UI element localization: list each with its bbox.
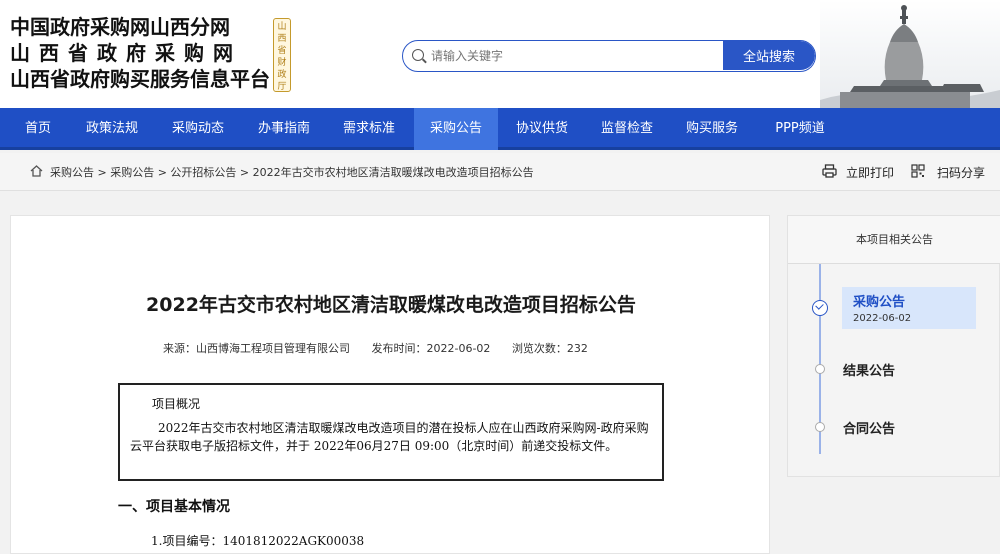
nav-item-policy[interactable]: 政策法规 [76, 108, 148, 150]
project-number: 1.项目编号：1401812022AGK00038 [151, 534, 365, 548]
timeline-dot-icon [815, 422, 825, 432]
nav-item-supervision[interactable]: 监督检查 [591, 108, 663, 150]
nav-item-agreement-supply[interactable]: 协议供货 [506, 108, 578, 150]
sidebar-item-label: 采购公告 [853, 295, 906, 310]
site-search-button[interactable]: 全站搜索 [723, 41, 815, 70]
nav-item-standards[interactable]: 需求标准 [333, 108, 405, 150]
search-box: 全站搜索 [402, 40, 816, 72]
project-overview-box: 项目概况 2022年古交市农村地区清洁取暖煤改电改造项目的潜在投标人应在山西政府… [118, 383, 664, 481]
site-header: 中国政府采购网山西分网 山西省政府采购网 山西省政府购买服务信息平台 山西省财政… [0, 0, 1000, 108]
article-source: 来源：山西博海工程项目管理有限公司 [163, 342, 350, 355]
search-icon [412, 49, 424, 61]
brand-line-1: 中国政府采购网山西分网 [10, 15, 230, 39]
qr-code-icon[interactable] [911, 164, 925, 178]
sidebar-item-date: 2022-06-02 [853, 313, 912, 324]
nav-item-service-purchase[interactable]: 购买服务 [676, 108, 748, 150]
nav-item-ppp[interactable]: PPP频道 [764, 108, 836, 150]
article-view-count: 浏览次数：232 [511, 342, 588, 355]
sidebar-heading: 本项目相关公告 [788, 216, 1000, 264]
overview-body: 2022年古交市农村地区清洁取暖煤改电改造项目的潜在投标人应在山西政府采购网-政… [130, 421, 649, 453]
search-input[interactable] [431, 41, 721, 70]
printer-icon[interactable] [822, 164, 837, 178]
sidebar-item-contract-notice[interactable]: 合同公告 [843, 418, 977, 437]
home-icon[interactable] [30, 165, 43, 177]
related-notices-sidebar: 本项目相关公告 采购公告 2022-06-02 结果公告 合同公告 [787, 215, 1000, 477]
article-meta: 来源：山西博海工程项目管理有限公司 发布时间：2022-06-02 浏览次数：2… [163, 340, 606, 356]
breadcrumb-bar: 采购公告 > 采购公告 > 公开招标公告 > 2022年古交市农村地区清洁取暖煤… [0, 153, 1000, 191]
overview-title: 项目概况 [152, 397, 201, 411]
nav-item-guide[interactable]: 办事指南 [248, 108, 320, 150]
sidebar-item-result-notice[interactable]: 结果公告 [843, 360, 977, 379]
pagoda-banner-image [820, 0, 1000, 108]
nav-item-procurement-notices[interactable]: 采购公告 [414, 108, 498, 150]
main-nav: 首页 政策法规 采购动态 办事指南 需求标准 采购公告 协议供货 监督检查 购买… [0, 108, 1000, 150]
nav-item-news[interactable]: 采购动态 [162, 108, 234, 150]
sidebar-item-procurement-notice[interactable]: 采购公告 2022-06-02 [842, 287, 976, 329]
site-brand[interactable]: 中国政府采购网山西分网 山西省政府采购网 山西省政府购买服务信息平台 [10, 14, 270, 92]
timeline-dot-icon [815, 364, 825, 374]
brand-line-2: 山西省政府采购网 [10, 41, 242, 65]
scan-share-button[interactable]: 扫码分享 [937, 164, 985, 181]
brand-line-3: 山西省政府购买服务信息平台 [10, 67, 270, 91]
breadcrumb[interactable]: 采购公告 > 采购公告 > 公开招标公告 > 2022年古交市农村地区清洁取暖煤… [50, 164, 534, 180]
check-circle-icon [812, 300, 828, 316]
section-heading-basic-info: 一、项目基本情况 [118, 499, 230, 515]
print-button[interactable]: 立即打印 [846, 164, 894, 181]
page-title: 2022年古交市农村地区清洁取暖煤改电改造项目招标公告 [146, 294, 636, 316]
notice-article: 2022年古交市农村地区清洁取暖煤改电改造项目招标公告 来源：山西博海工程项目管… [10, 215, 770, 554]
nav-item-home[interactable]: 首页 [12, 108, 64, 150]
article-publish-date: 发布时间：2022-06-02 [371, 342, 491, 355]
finance-department-seal: 山西省财政厅 [273, 18, 291, 92]
